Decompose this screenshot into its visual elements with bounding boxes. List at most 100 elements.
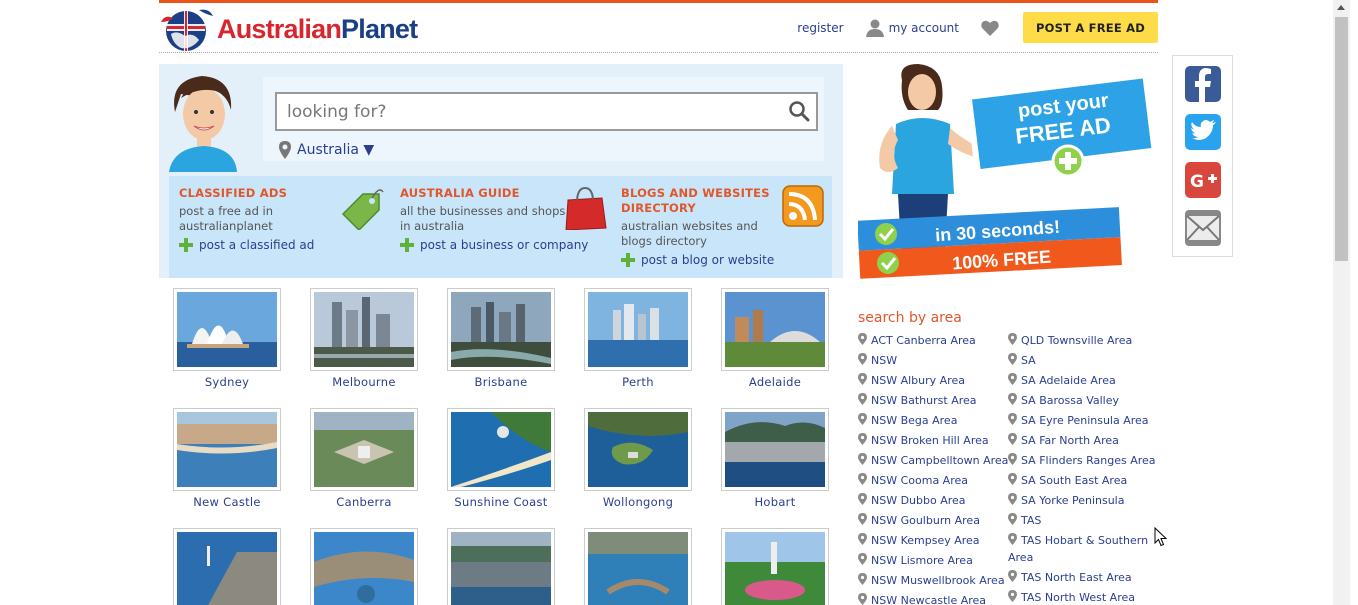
area-link[interactable]: NSW Kempsey Area <box>858 533 980 548</box>
area-link[interactable]: NSW Broken Hill Area <box>858 433 989 448</box>
area-link-label: NSW Campbelltown Area <box>871 454 1009 467</box>
map-pin-icon <box>1008 433 1017 445</box>
city-thumbnail <box>310 288 418 371</box>
area-link-label: NSW Newcastle Area <box>871 594 987 605</box>
city-canberra[interactable]: Canberra <box>310 408 418 509</box>
area-link[interactable]: NSW Goulburn Area <box>858 513 980 528</box>
area-link[interactable]: NSW Bathurst Area <box>858 393 977 408</box>
area-link[interactable]: TAS North West Area <box>1008 590 1135 605</box>
map-pin-icon <box>858 533 867 545</box>
facebook-icon[interactable] <box>1185 66 1221 102</box>
city-sydney[interactable]: Sydney <box>173 288 281 389</box>
map-pin-icon <box>1008 373 1017 385</box>
area-link-label: TAS Hobart & Southern <box>1021 534 1149 547</box>
city-thumbnail <box>173 408 281 491</box>
tag-icon <box>341 189 384 230</box>
area-link[interactable]: SA Barossa Valley <box>1008 393 1119 408</box>
area-link[interactable]: SA Adelaide Area <box>1008 373 1116 388</box>
map-pin-icon <box>1008 353 1017 365</box>
area-link[interactable]: NSW Bega Area <box>858 413 957 428</box>
area-link[interactable]: SA <box>1008 353 1036 368</box>
area-link[interactable]: ACT Canberra Area <box>858 333 976 348</box>
area-link-label: SA Eyre Peninsula Area <box>1021 414 1149 427</box>
area-link[interactable]: SA South East Area <box>1008 473 1127 488</box>
city-brisbane[interactable]: Brisbane <box>447 288 555 389</box>
mail-icon[interactable] <box>1185 210 1221 246</box>
search-field[interactable] <box>275 92 818 131</box>
area-link[interactable]: TAS <box>1008 513 1041 528</box>
area-link-label: TAS <box>1021 514 1042 527</box>
map-pin-icon <box>1008 493 1017 505</box>
area-link[interactable]: NSW Albury Area <box>858 373 965 388</box>
search-icon[interactable] <box>788 100 810 122</box>
search-input[interactable] <box>277 94 757 129</box>
city-wollongong[interactable]: Wollongong <box>584 408 692 509</box>
city-sunshine-coast[interactable]: Sunshine Coast <box>447 408 555 509</box>
city-thumbnail <box>447 528 555 605</box>
area-link[interactable]: NSW Muswellbrook Area <box>858 573 1005 588</box>
area-link[interactable]: NSW <box>858 353 897 368</box>
area-link[interactable]: SA Flinders Ranges Area <box>1008 453 1156 468</box>
city-melbourne[interactable]: Melbourne <box>310 288 418 389</box>
city-thumbnail <box>173 288 281 371</box>
city-thumbnail <box>173 528 281 605</box>
area-link[interactable]: SA Yorke Peninsula <box>1008 493 1124 508</box>
google-plus-icon[interactable]: G <box>1185 162 1221 198</box>
city-hobart[interactable]: Hobart <box>721 408 829 509</box>
area-link-label: SA Barossa Valley <box>1021 394 1120 407</box>
post-business-link[interactable]: post a business or company <box>400 238 611 252</box>
map-pin-icon <box>1008 590 1017 602</box>
my-account-link[interactable]: my account <box>865 19 959 37</box>
category-blogs-websites: BLOGS AND WEBSITES DIRECTORY australian … <box>611 176 832 278</box>
logo-text-australian: Australian <box>217 13 342 44</box>
city-name: Canberra <box>336 495 392 509</box>
shopping-bag-icon <box>565 186 607 230</box>
area-link-label: NSW Albury Area <box>871 374 965 387</box>
area-link[interactable]: NSW Campbelltown Area <box>858 453 1008 468</box>
area-link[interactable]: NSW Lismore Area <box>858 553 973 568</box>
area-link[interactable]: NSW Dubbo Area <box>858 493 966 508</box>
logo[interactable]: AustralianPlanet <box>159 6 418 52</box>
location-label: Australia ▼ <box>297 142 375 158</box>
city-name: Wollongong <box>602 495 674 509</box>
area-link[interactable]: NSW Cooma Area <box>858 473 968 488</box>
area-link[interactable]: SA Eyre Peninsula Area <box>1008 413 1149 428</box>
map-pin-icon <box>1008 413 1017 425</box>
map-pin-icon <box>858 513 867 525</box>
city-name: Adelaide <box>748 375 802 389</box>
city-tile-15[interactable] <box>721 528 829 605</box>
register-link[interactable]: register <box>797 21 843 35</box>
map-pin-icon <box>858 353 867 365</box>
city-tile-14[interactable] <box>584 528 692 605</box>
city-adelaide[interactable]: Adelaide <box>721 288 829 389</box>
city-tile-11[interactable] <box>173 528 281 605</box>
svg-text:G: G <box>1190 172 1204 192</box>
city-tile-12[interactable] <box>310 528 418 605</box>
twitter-icon[interactable] <box>1185 114 1221 150</box>
category-description: all the businesses and shops in australi… <box>400 204 566 233</box>
area-link[interactable]: TAS Hobart & Southern <box>1008 533 1148 548</box>
scroll-up-arrow-icon[interactable] <box>1337 5 1345 10</box>
city-thumbnail <box>310 528 418 605</box>
map-pin-icon <box>1008 393 1017 405</box>
post-free-ad-button[interactable]: POST A FREE AD <box>1023 12 1158 43</box>
area-link[interactable]: TAS North East Area <box>1008 570 1132 585</box>
post-blog-link[interactable]: post a blog or website <box>621 253 832 267</box>
location-selector[interactable]: Australia ▼ <box>279 141 374 159</box>
post-free-ad-promo[interactable]: post your FREE AD in 30 seconds! 100% FR… <box>857 64 1158 282</box>
area-link-label: NSW Cooma Area <box>871 474 968 487</box>
city-perth[interactable]: Perth <box>584 288 692 389</box>
map-pin-icon <box>1008 453 1017 465</box>
area-link-wrap[interactable]: Area <box>1008 551 1033 565</box>
area-link[interactable]: SA Far North Area <box>1008 433 1119 448</box>
area-link[interactable]: QLD Townsville Area <box>1008 333 1132 348</box>
scrollbar[interactable] <box>1333 0 1350 605</box>
city-tile-13[interactable] <box>447 528 555 605</box>
scrollbar-thumb[interactable] <box>1335 17 1348 261</box>
area-link[interactable]: NSW Newcastle Area <box>858 593 986 605</box>
city-new-castle[interactable]: New Castle <box>173 408 281 509</box>
heart-icon[interactable] <box>981 20 999 36</box>
map-pin-icon <box>858 413 867 425</box>
post-classified-ad-link[interactable]: post a classified ad <box>179 238 390 252</box>
area-link-label: SA <box>1021 354 1036 367</box>
